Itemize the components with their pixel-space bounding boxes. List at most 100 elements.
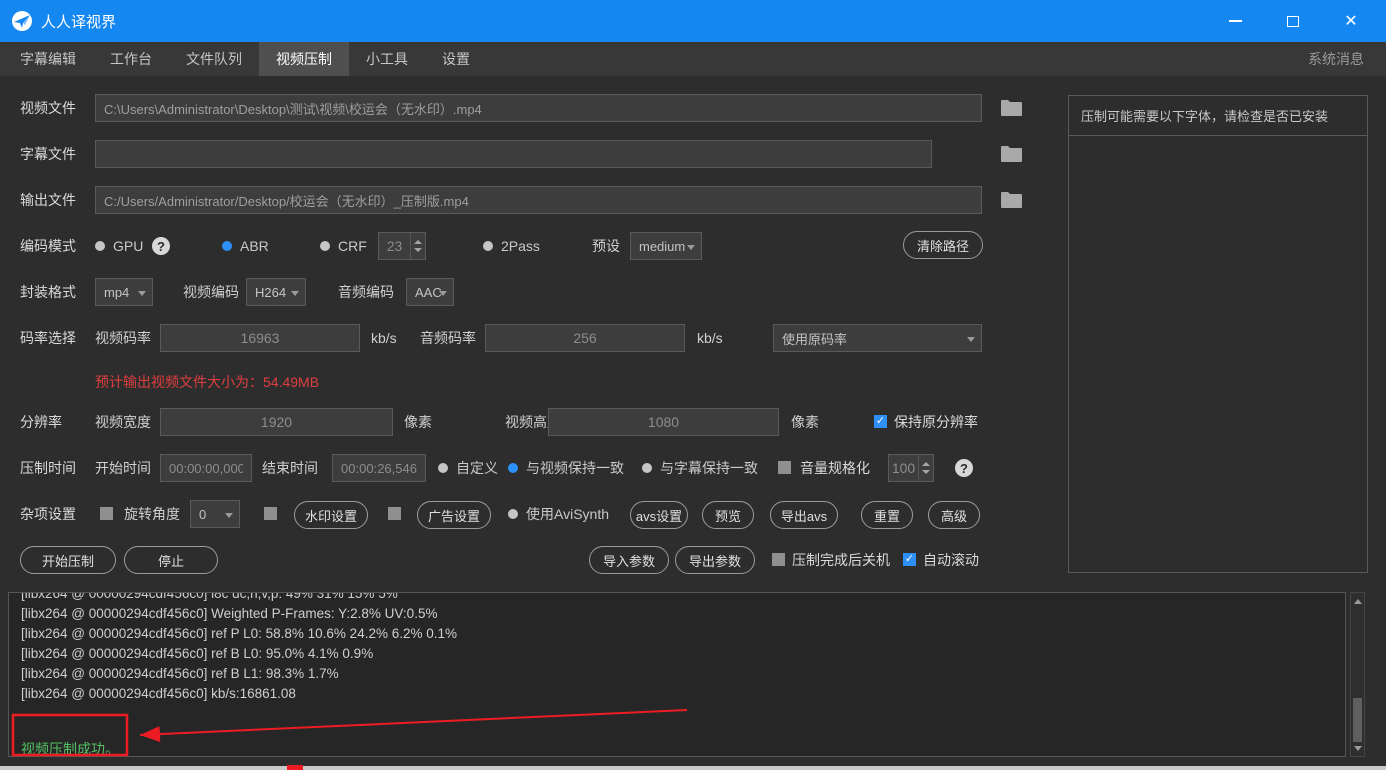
video-codec-dropdown[interactable]: H264	[246, 278, 306, 306]
radio-time-match-video[interactable]: 与视频保持一致	[508, 454, 624, 482]
radio-dot-icon	[642, 463, 652, 473]
watermark-checkbox[interactable]	[264, 507, 277, 520]
video-width-input[interactable]	[160, 408, 393, 436]
maximize-button[interactable]	[1264, 0, 1322, 42]
radio-dot-icon	[508, 509, 518, 519]
rotate-angle-dropdown[interactable]: 0	[190, 500, 240, 528]
output-file-input[interactable]	[95, 186, 982, 214]
audio-codec-dropdown[interactable]: AAC	[406, 278, 454, 306]
chevron-down-icon	[967, 337, 975, 342]
volume-normalize-checkbox[interactable]	[778, 461, 791, 474]
radio-abr[interactable]: ABR	[222, 232, 269, 260]
shutdown-after-checkbox[interactable]	[772, 553, 785, 566]
radio-time-custom[interactable]: 自定义	[438, 454, 498, 482]
volume-help-icon[interactable]: ?	[955, 459, 973, 477]
audio-codec-label: 音频编码	[338, 278, 394, 306]
close-button[interactable]: ✕	[1322, 0, 1380, 42]
video-width-label: 视频宽度	[95, 408, 151, 436]
tab-workbench[interactable]: 工作台	[93, 42, 169, 76]
radio-2pass[interactable]: 2Pass	[483, 232, 540, 260]
end-time-input[interactable]	[332, 454, 426, 482]
preview-button[interactable]: 预览	[702, 501, 754, 529]
end-time-label: 结束时间	[262, 454, 318, 482]
clear-path-button[interactable]: 清除路径	[903, 231, 983, 259]
subtitle-file-browse-button[interactable]	[1000, 144, 1024, 164]
rotate-checkbox[interactable]	[100, 507, 113, 520]
video-height-input[interactable]	[548, 408, 779, 436]
scroll-down-button[interactable]	[1351, 741, 1364, 755]
video-file-input[interactable]	[95, 94, 982, 122]
subtitle-file-input[interactable]	[95, 140, 932, 168]
reset-button[interactable]: 重置	[861, 501, 913, 529]
preset-dropdown[interactable]: medium	[630, 232, 702, 260]
radio-dot-icon	[438, 463, 448, 473]
import-params-button[interactable]: 导入参数	[589, 546, 669, 574]
video-bitrate-label: 视频码率	[95, 324, 151, 352]
chevron-down-icon	[687, 245, 695, 250]
folder-icon	[1000, 98, 1024, 118]
avs-settings-button[interactable]: avs设置	[630, 501, 688, 529]
stepper-up-icon[interactable]	[414, 240, 422, 244]
folder-icon	[1000, 190, 1024, 210]
subtitle-file-label: 字幕文件	[20, 140, 76, 168]
radio-crf[interactable]: CRF	[320, 232, 367, 260]
export-params-button[interactable]: 导出参数	[675, 546, 755, 574]
resolution-row-label: 分辨率	[20, 408, 62, 436]
preset-label: 预设	[592, 232, 620, 260]
bitrate-mode-dropdown[interactable]: 使用原码率	[773, 324, 982, 352]
advanced-button[interactable]: 高级	[928, 501, 980, 529]
radio-time-match-subtitle[interactable]: 与字幕保持一致	[642, 454, 758, 482]
radio-gpu[interactable]: GPU	[95, 232, 143, 260]
crf-value-stepper[interactable]: 23	[378, 232, 426, 260]
video-bitrate-input[interactable]	[160, 324, 360, 352]
scroll-up-button[interactable]	[1351, 594, 1364, 608]
audio-bitrate-unit: kb/s	[697, 324, 723, 352]
window-bottom-edge	[0, 766, 1386, 770]
container-format-dropdown[interactable]: mp4	[95, 278, 153, 306]
tab-video-compress[interactable]: 视频压制	[259, 42, 349, 76]
stepper-down-icon[interactable]	[414, 248, 422, 252]
start-compress-button[interactable]: 开始压制	[20, 546, 116, 574]
video-bitrate-unit: kb/s	[371, 324, 397, 352]
volume-value-stepper[interactable]: 100	[888, 454, 934, 482]
keep-resolution-checkbox[interactable]	[874, 415, 887, 428]
tab-subtitle-edit[interactable]: 字幕编辑	[3, 42, 93, 76]
autoscroll-checkbox[interactable]	[903, 553, 916, 566]
tab-settings[interactable]: 设置	[425, 42, 487, 76]
chevron-down-icon	[138, 291, 146, 296]
stop-button[interactable]: 停止	[124, 546, 218, 574]
gpu-help-icon[interactable]: ?	[152, 237, 170, 255]
stepper-up-icon[interactable]	[922, 462, 930, 466]
start-time-label: 开始时间	[95, 454, 151, 482]
titlebar: 人人译视界 ✕	[0, 0, 1386, 42]
audio-bitrate-label: 音频码率	[420, 324, 476, 352]
ad-checkbox[interactable]	[388, 507, 401, 520]
avisynth-radio[interactable]: 使用AviSynth	[508, 500, 609, 528]
export-avs-button[interactable]: 导出avs	[770, 501, 838, 529]
time-row-label: 压制时间	[20, 454, 76, 482]
height-unit-label: 像素	[791, 408, 819, 436]
stepper-down-icon[interactable]	[922, 470, 930, 474]
tab-file-queue[interactable]: 文件队列	[169, 42, 259, 76]
tab-tools[interactable]: 小工具	[349, 42, 425, 76]
log-scrollbar[interactable]	[1350, 592, 1365, 757]
tab-bar: 字幕编辑 工作台 文件队列 视频压制 小工具 设置 系统消息	[0, 42, 1386, 76]
radio-dot-icon	[95, 241, 105, 251]
stepper-arrows	[410, 233, 425, 259]
minimize-button[interactable]	[1206, 0, 1264, 42]
output-file-browse-button[interactable]	[1000, 190, 1024, 210]
system-message-button[interactable]: 系统消息	[1308, 42, 1364, 76]
container-format-label: 封装格式	[20, 278, 76, 306]
audio-bitrate-input[interactable]	[485, 324, 685, 352]
video-file-browse-button[interactable]	[1000, 98, 1024, 118]
start-time-input[interactable]	[160, 454, 252, 482]
watermark-settings-button[interactable]: 水印设置	[294, 501, 368, 529]
window-controls: ✕	[1206, 0, 1380, 42]
autoscroll-label: 自动滚动	[923, 546, 979, 574]
log-line: [libx264 @ 00000294cdf456c0] ref B L0: 9…	[21, 644, 1345, 664]
log-output-area[interactable]: [libx264 @ 00000294cdf456c0] i8c dc,h,v,…	[8, 592, 1346, 757]
maximize-icon	[1287, 16, 1299, 27]
log-line: [libx264 @ 00000294cdf456c0] Weighted P-…	[21, 604, 1345, 624]
ad-settings-button[interactable]: 广告设置	[417, 501, 491, 529]
scrollbar-thumb[interactable]	[1353, 698, 1362, 742]
